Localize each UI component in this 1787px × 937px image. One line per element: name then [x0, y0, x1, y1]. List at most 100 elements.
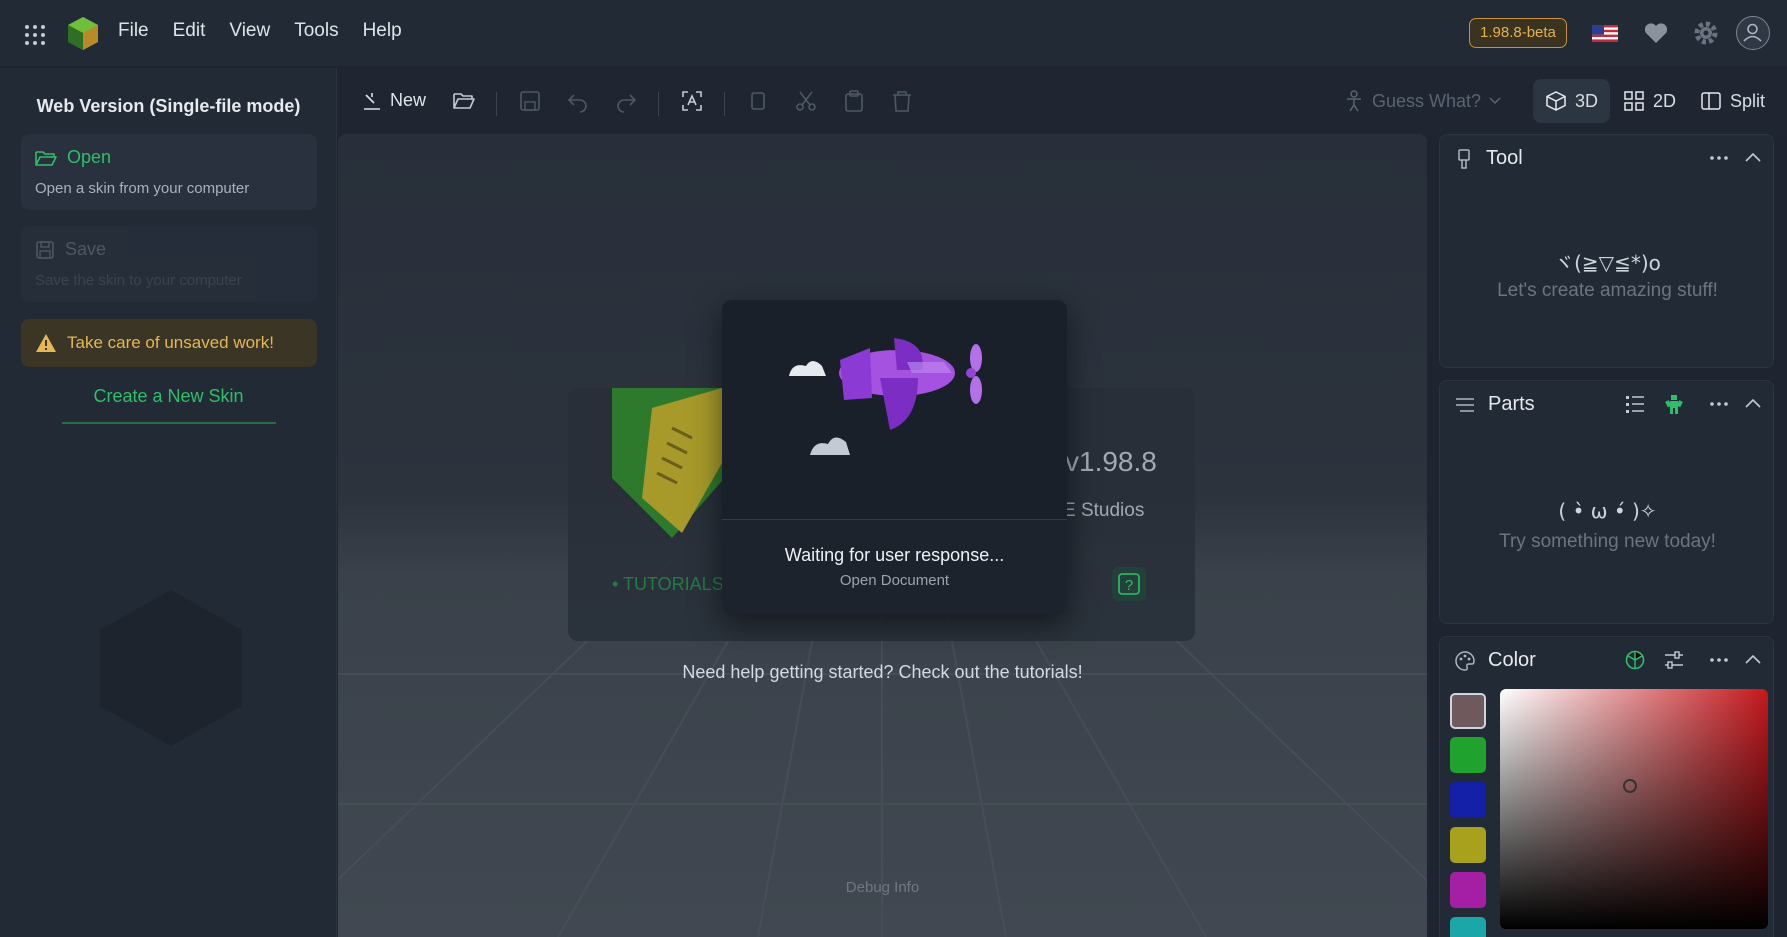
welcome-studio: E Studios: [1063, 500, 1145, 521]
new-button[interactable]: New: [362, 90, 426, 111]
save-skin-card[interactable]: Save Save the skin to your computer: [21, 226, 317, 302]
sidebar-title: Web Version (Single-file mode): [36, 96, 301, 116]
screenshot-icon[interactable]: [680, 89, 704, 113]
open-label: Open: [67, 147, 112, 167]
help-button[interactable]: ?: [1112, 567, 1146, 601]
copy-icon[interactable]: [746, 89, 770, 113]
debug-info-link[interactable]: Debug Info: [338, 879, 1427, 896]
view-split-label: Split: [1730, 90, 1766, 111]
us-flag-icon[interactable]: [1590, 18, 1620, 48]
view-2d-button[interactable]: 2D: [1611, 79, 1688, 123]
airplane-illustration-icon: [789, 338, 982, 455]
open-folder-icon[interactable]: [452, 89, 476, 113]
undo-icon[interactable]: [566, 89, 590, 113]
color-picker-handle[interactable]: [1623, 779, 1637, 793]
toolbar: New Guess What? 3D 2D Split: [338, 68, 1787, 134]
color-swatch[interactable]: [1450, 872, 1486, 908]
chevron-up-icon[interactable]: [1742, 649, 1764, 671]
user-avatar[interactable]: [1736, 16, 1770, 50]
unsaved-warning: Take care of unsaved work!: [21, 319, 317, 367]
color-wheel-icon[interactable]: [1624, 649, 1646, 671]
color-saturation-field[interactable]: [1500, 689, 1768, 929]
heart-icon[interactable]: [1641, 18, 1671, 48]
paste-icon[interactable]: [842, 89, 866, 113]
person-figure-icon[interactable]: [1663, 393, 1685, 415]
guess-label: Guess What?: [1372, 90, 1482, 111]
apps-grid-icon[interactable]: [24, 24, 46, 46]
tool-panel: Tool ヾ(≧▽≦*)o Let's create amazing stuff…: [1439, 134, 1774, 368]
view-split-button[interactable]: Split: [1688, 79, 1777, 123]
color-swatch[interactable]: [1450, 693, 1486, 729]
decorative-hexagon-icon: [100, 590, 242, 746]
menu-view[interactable]: View: [229, 20, 270, 42]
save-description: Save the skin to your computer: [35, 272, 242, 289]
chevron-up-icon[interactable]: [1742, 147, 1764, 169]
main-menu: File Edit View Tools Help: [118, 20, 402, 42]
color-panel-title: Color: [1488, 649, 1536, 671]
more-options-icon[interactable]: [1708, 393, 1730, 415]
warning-text: Take care of unsaved work!: [67, 333, 274, 352]
modal-illustration: [722, 300, 1067, 520]
tutorials-link[interactable]: • TUTORIALS: [612, 574, 724, 595]
welcome-version: v1.98.8: [1065, 446, 1157, 477]
more-options-icon[interactable]: [1708, 147, 1730, 169]
menu-file[interactable]: File: [118, 20, 149, 42]
toolbar-separator: [658, 92, 659, 116]
app-logo-icon[interactable]: [66, 15, 100, 51]
parts-empty-text: Try something new today!: [1499, 531, 1716, 552]
open-skin-card[interactable]: Open Open a skin from your computer: [21, 134, 317, 210]
tool-panel-header: Tool: [1454, 147, 1523, 170]
cube-icon: [1546, 91, 1566, 111]
open-description: Open a skin from your computer: [35, 180, 250, 197]
delete-trash-icon[interactable]: [890, 89, 914, 113]
figure-icon: [1347, 90, 1361, 112]
parts-panel: Parts ( •̀ ω •́ )✧ Try something new tod…: [1439, 380, 1774, 624]
palette-icon: [1455, 650, 1475, 671]
save-label: Save: [65, 239, 107, 259]
menu-edit[interactable]: Edit: [173, 20, 206, 42]
color-swatch[interactable]: [1450, 737, 1486, 773]
tutorials-label: TUTORIALS: [622, 574, 724, 594]
parts-panel-title: Parts: [1488, 393, 1535, 415]
settings-gear-icon[interactable]: [1691, 18, 1721, 48]
list-view-icon[interactable]: [1624, 393, 1646, 415]
create-new-skin-link[interactable]: Create a New Skin: [0, 386, 337, 407]
version-badge[interactable]: 1.98.8-beta: [1469, 18, 1567, 48]
user-icon: [1743, 23, 1762, 42]
waiting-modal: Waiting for user response... Open Docume…: [722, 300, 1067, 614]
tool-kaomoji: ヾ(≧▽≦*)o: [1554, 251, 1661, 275]
svg-text:?: ?: [1125, 577, 1133, 594]
chevron-down-icon: [1489, 97, 1501, 105]
sliders-icon[interactable]: [1663, 649, 1685, 671]
more-options-icon[interactable]: [1708, 649, 1730, 671]
guess-what-dropdown[interactable]: Guess What?: [1344, 90, 1501, 112]
color-swatch[interactable]: [1450, 827, 1486, 863]
top-menu-bar: File Edit View Tools Help 1.98.8-beta: [0, 0, 1787, 66]
view-3d-button[interactable]: 3D: [1533, 79, 1611, 123]
color-panel: Color: [1439, 636, 1774, 937]
color-swatch[interactable]: [1450, 917, 1486, 937]
chevron-up-icon[interactable]: [1742, 393, 1764, 415]
redo-icon[interactable]: [614, 89, 638, 113]
modal-subtitle: Open Document: [839, 572, 950, 589]
parts-panel-header: Parts: [1454, 393, 1535, 416]
cut-icon[interactable]: [794, 89, 818, 113]
menu-tools[interactable]: Tools: [294, 20, 338, 42]
tool-panel-title: Tool: [1486, 147, 1523, 169]
question-mark-icon: ?: [1118, 573, 1140, 595]
new-file-icon: [364, 92, 380, 110]
split-view-icon: [1701, 92, 1721, 110]
tutorials-bullet: •: [612, 574, 623, 594]
parts-kaomoji: ( •̀ ω •́ )✧: [1558, 499, 1657, 523]
toolbar-separator: [496, 92, 497, 116]
modal-title: Waiting for user response...: [784, 545, 1005, 565]
new-label: New: [390, 90, 427, 110]
color-swatch[interactable]: [1450, 782, 1486, 818]
save-icon[interactable]: [518, 89, 542, 113]
brush-icon: [1458, 148, 1470, 169]
left-sidebar: Web Version (Single-file mode) Open Open…: [0, 68, 337, 937]
lines-icon: [1456, 397, 1474, 412]
help-text[interactable]: Need help getting started? Check out the…: [338, 662, 1427, 683]
view-3d-label: 3D: [1575, 90, 1599, 111]
menu-help[interactable]: Help: [363, 20, 402, 42]
